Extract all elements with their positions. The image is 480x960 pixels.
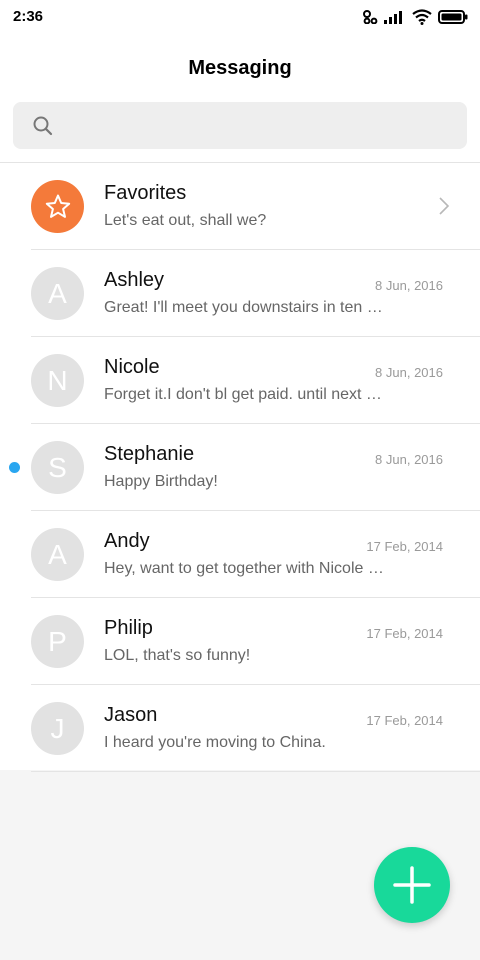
conversation-jason[interactable]: J Jason 17 Feb, 2014 I heard you're movi…: [0, 685, 480, 772]
conversation-date: 8 Jun, 2016: [375, 365, 443, 380]
page-title: Messaging: [188, 57, 292, 79]
conversation-preview: Forget it.I don't bl get paid. until nex…: [104, 386, 384, 403]
conversation-andy[interactable]: A Andy 17 Feb, 2014 Hey, want to get tog…: [0, 511, 480, 598]
avatar-letter: A: [48, 538, 67, 570]
conversation-preview: Let's eat out, shall we?: [104, 212, 267, 229]
avatar-letter: A: [48, 277, 67, 309]
avatar: S: [31, 441, 84, 494]
conversation-date: 17 Feb, 2014: [366, 713, 443, 728]
avatar-letter: J: [50, 712, 65, 744]
avatar-letter: N: [47, 364, 68, 396]
link-icon: [363, 10, 378, 24]
conversation-date: 17 Feb, 2014: [366, 539, 443, 554]
avatar: A: [31, 267, 84, 320]
avatar: N: [31, 354, 84, 407]
battery-icon: [438, 10, 468, 24]
conversation-preview: LOL, that's so funny!: [104, 647, 251, 664]
new-message-button[interactable]: [374, 847, 450, 923]
conversation-name: Stephanie: [104, 443, 195, 465]
search-input[interactable]: [13, 102, 467, 149]
plus-icon: [393, 866, 431, 904]
avatar: J: [31, 702, 84, 755]
conversation-ashley[interactable]: A Ashley 8 Jun, 2016 Great! I'll meet yo…: [0, 250, 480, 337]
star-icon: [45, 194, 70, 218]
conversation-list: Favorites Let's eat out, shall we? A Ash…: [0, 163, 480, 772]
status-bar: 2:36: [0, 0, 480, 34]
favorites-avatar: [31, 180, 84, 233]
conversation-favorites[interactable]: Favorites Let's eat out, shall we?: [0, 163, 480, 250]
avatar: A: [31, 528, 84, 581]
conversation-name: Philip: [104, 617, 153, 639]
conversation-date: 8 Jun, 2016: [375, 452, 443, 467]
header: Messaging: [0, 34, 480, 163]
conversation-preview: Hey, want to get together with Nicole to…: [104, 560, 384, 577]
conversation-preview: Happy Birthday!: [104, 473, 218, 490]
conversation-name: Andy: [104, 530, 150, 552]
conversation-name: Jason: [104, 704, 158, 726]
unread-indicator: [9, 462, 20, 473]
conversation-preview: Great! I'll meet you downstairs in ten m…: [104, 299, 384, 316]
conversation-nicole[interactable]: N Nicole 8 Jun, 2016 Forget it.I don't b…: [0, 337, 480, 424]
divider: [31, 771, 480, 772]
chevron-right-icon: [439, 197, 450, 215]
conversation-name: Ashley: [104, 269, 165, 291]
avatar: P: [31, 615, 84, 668]
conversation-name: Nicole: [104, 356, 160, 378]
conversation-date: 8 Jun, 2016: [375, 278, 443, 293]
conversation-philip[interactable]: P Philip 17 Feb, 2014 LOL, that's so fun…: [0, 598, 480, 685]
avatar-letter: P: [48, 625, 67, 657]
signal-icon: [384, 11, 402, 24]
conversation-preview: I heard you're moving to China.: [104, 734, 326, 751]
avatar-letter: S: [48, 451, 67, 483]
status-time: 2:36: [13, 8, 44, 25]
conversation-name: Favorites: [104, 182, 187, 204]
conversation-stephanie[interactable]: S Stephanie 8 Jun, 2016 Happy Birthday!: [0, 424, 480, 511]
search-icon: [33, 116, 53, 136]
wifi-icon: [412, 9, 432, 25]
conversation-date: 17 Feb, 2014: [366, 626, 443, 641]
status-icons: [357, 7, 468, 27]
